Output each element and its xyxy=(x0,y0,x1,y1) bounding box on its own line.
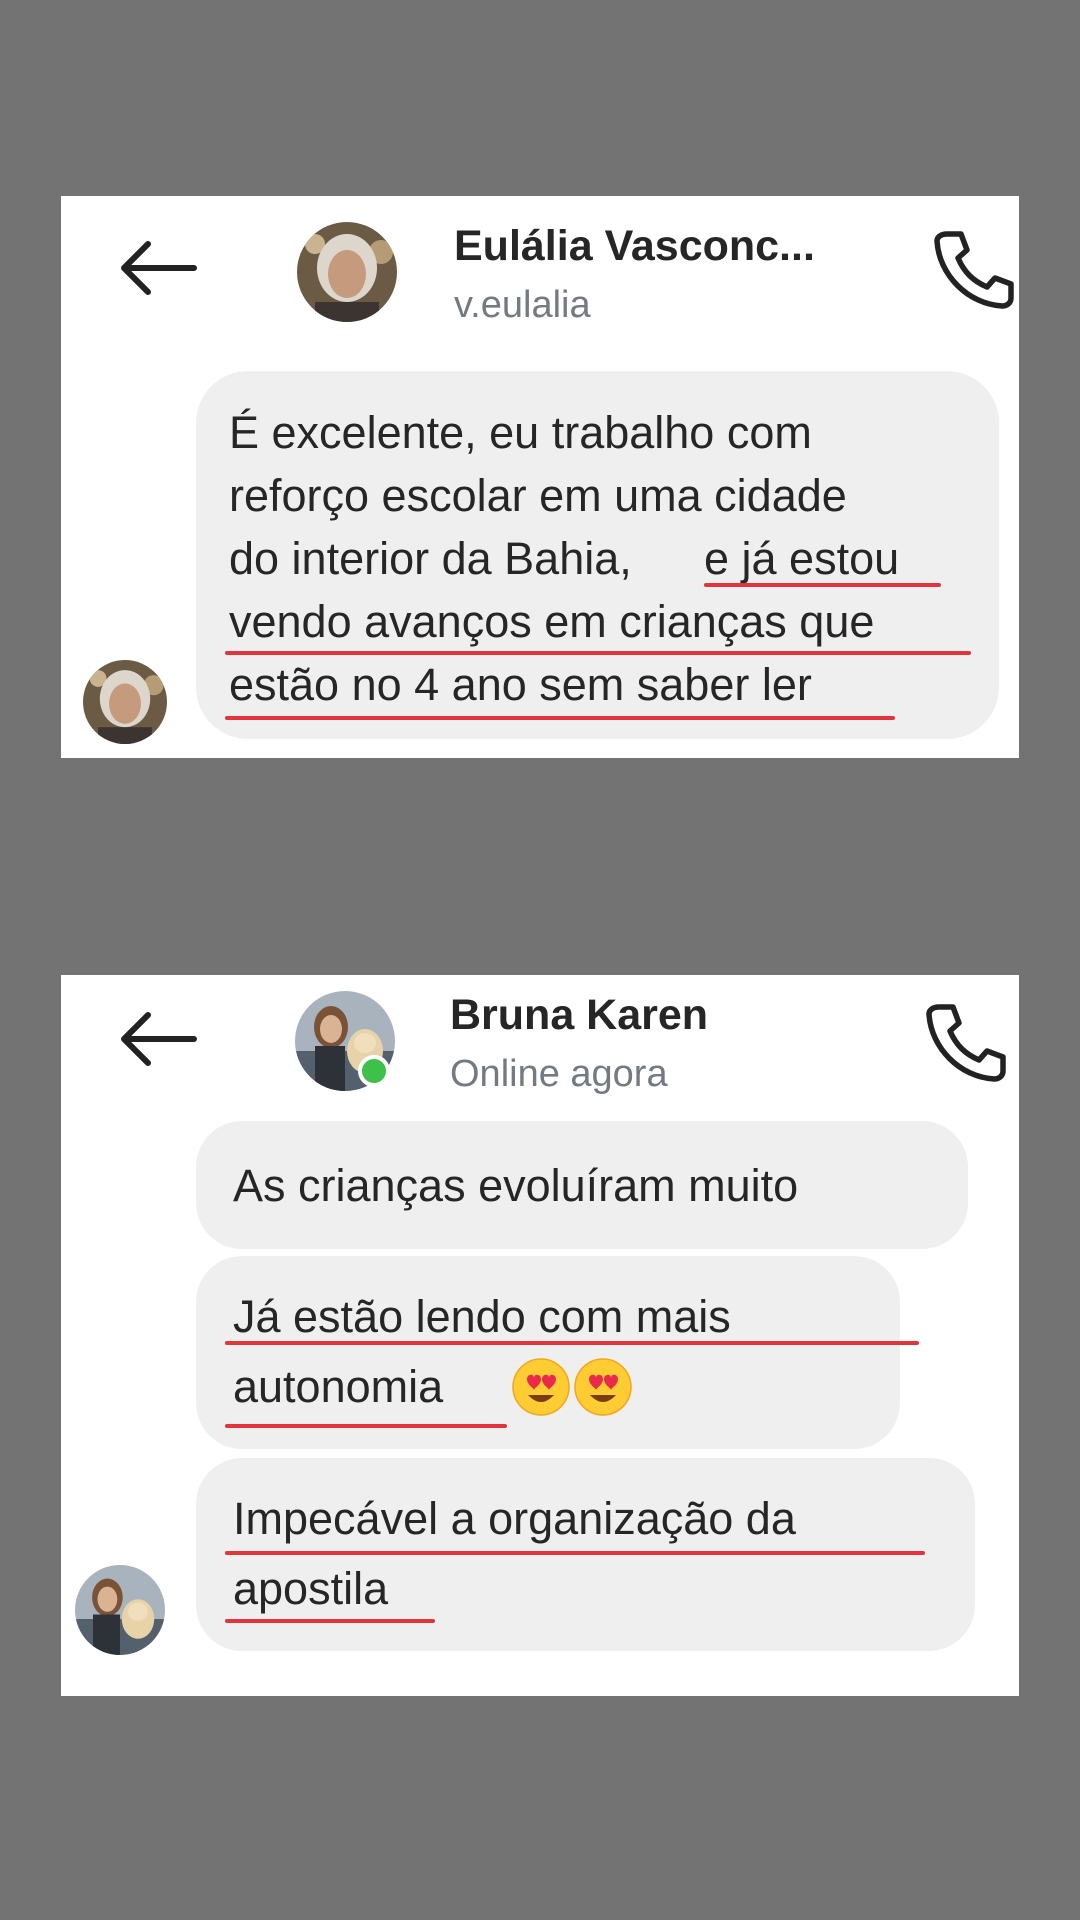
heart-eyes-emoji xyxy=(512,1358,570,1416)
highlight-underline xyxy=(225,1424,507,1428)
sender-avatar[interactable] xyxy=(83,660,167,744)
online-status-indicator xyxy=(358,1055,390,1087)
sender-avatar[interactable] xyxy=(75,1565,165,1655)
message-bubble xyxy=(196,1256,900,1449)
back-arrow-icon[interactable] xyxy=(118,1009,198,1069)
contact-username: v.eulalia xyxy=(454,284,591,326)
highlight-underline xyxy=(704,583,941,587)
highlight-underline xyxy=(225,1341,919,1345)
highlight-underline xyxy=(225,1619,435,1623)
message-line-highlight: Impecável a organização da xyxy=(233,1493,796,1544)
message-line-highlight: Já estão lendo com mais xyxy=(233,1291,731,1342)
chat-screenshot-eulalia: Eulália Vasconc... v.eulalia É excelente… xyxy=(61,196,1019,758)
contact-avatar[interactable] xyxy=(297,222,397,322)
heart-eyes-emoji xyxy=(574,1358,632,1416)
message-line: do interior da Bahia, xyxy=(229,533,632,584)
highlight-underline xyxy=(225,716,895,720)
phone-icon[interactable] xyxy=(923,999,1007,1083)
back-arrow-icon[interactable] xyxy=(118,238,198,298)
contact-name: Bruna Karen xyxy=(450,991,709,1039)
message-line-highlight: vendo avanços em crianças que xyxy=(229,596,875,647)
message-line-highlight: autonomia xyxy=(233,1361,444,1412)
phone-icon[interactable] xyxy=(931,226,1015,310)
online-status-text: Online agora xyxy=(450,1053,668,1095)
message-line: É excelente, eu trabalho com xyxy=(229,407,812,458)
contact-name: Eulália Vasconc... xyxy=(454,222,815,270)
chat-screenshot-bruna: Bruna Karen Online agora As crianças evo… xyxy=(61,975,1019,1696)
message-line-highlight: apostila xyxy=(233,1563,389,1614)
highlight-underline xyxy=(225,1551,925,1555)
message-line-highlight: estão no 4 ano sem saber ler xyxy=(229,659,812,710)
message-line: As crianças evoluíram muito xyxy=(233,1160,799,1211)
highlight-underline xyxy=(225,651,971,655)
message-line: reforço escolar em uma cidade xyxy=(229,470,847,521)
message-line-highlight: e já estou xyxy=(704,533,900,584)
